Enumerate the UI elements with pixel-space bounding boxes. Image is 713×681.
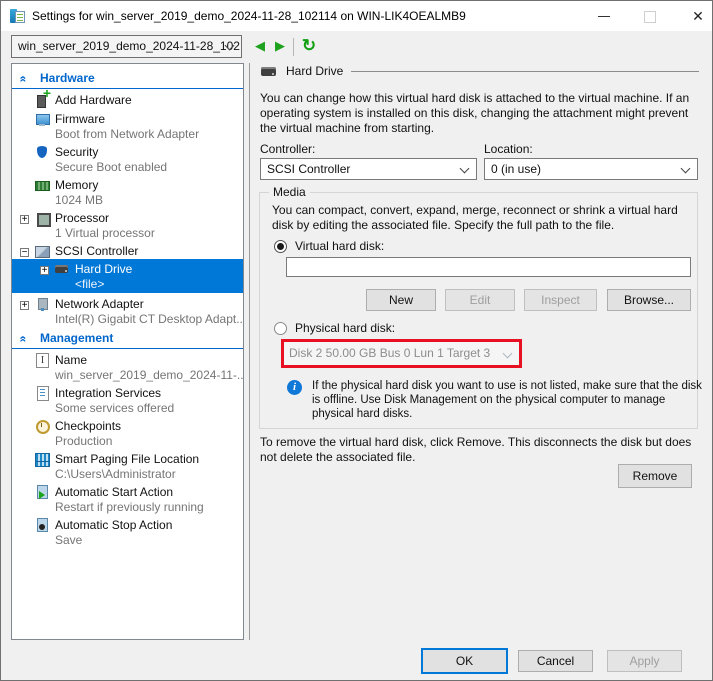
network-adapter-icon <box>34 296 50 312</box>
media-description: You can compact, convert, expand, merge,… <box>272 203 678 232</box>
sidebar-subtext-name: win_server_2019_demo_2024-11-... <box>55 368 243 382</box>
toolbar: win_server_2019_demo_2024-11-28_102 ◀ ▶ … <box>1 31 712 63</box>
hard-drive-header: Hard Drive <box>260 64 699 78</box>
chevron-down-icon <box>680 163 691 174</box>
header-rule <box>351 71 699 72</box>
sidebar-item-name[interactable]: Name <box>12 351 243 368</box>
sidebar-subtext-memory: 1024 MB <box>55 193 104 207</box>
sidebar-item-network-adapter[interactable]: + Network Adapter <box>12 295 243 312</box>
expand-icon[interactable]: + <box>40 265 49 275</box>
radio-selected-icon[interactable] <box>274 239 287 253</box>
sidebar-item-firmware[interactable]: Firmware <box>12 110 243 127</box>
info-icon: i <box>287 380 302 395</box>
radio-unselected-icon[interactable] <box>274 321 287 335</box>
sidebar-item-scsi-controller[interactable]: − SCSI Controller <box>12 242 243 259</box>
new-button[interactable]: New <box>366 289 436 311</box>
automatic-start-icon <box>34 484 50 500</box>
sidebar-item-processor[interactable]: + Processor <box>12 209 243 227</box>
minimize-button[interactable] <box>589 1 619 31</box>
edit-button: Edit <box>445 289 515 311</box>
sidebar-item-auto-start[interactable]: Automatic Start Action <box>12 483 243 500</box>
name-icon <box>34 352 50 368</box>
sidebar-subtext-smart-paging: C:\Users\Administrator <box>55 467 176 481</box>
sidebar-subtext-security: Secure Boot enabled <box>55 160 168 174</box>
media-groupbox: Media You can compact, convert, expand, … <box>259 185 702 429</box>
settings-window: Settings for win_server_2019_demo_2024-1… <box>0 0 713 681</box>
sidebar-item-auto-stop[interactable]: Automatic Stop Action <box>12 516 243 533</box>
sidebar-subtext-checkpoints: Production <box>55 434 113 448</box>
expand-icon[interactable]: + <box>20 214 29 224</box>
integration-services-icon <box>34 385 50 401</box>
remove-button[interactable]: Remove <box>618 464 692 488</box>
sidebar-subtext-processor: 1 Virtual processor <box>55 226 155 240</box>
window-title: Settings for win_server_2019_demo_2024-1… <box>32 9 466 23</box>
sidebar-subtext-auto-start: Restart if previously running <box>55 500 204 514</box>
expand-icon[interactable]: + <box>20 300 29 310</box>
scsi-controller-icon <box>34 243 50 259</box>
sidebar-item-smart-paging[interactable]: Smart Paging File Location <box>12 450 243 467</box>
controller-label: Controller: <box>260 142 316 156</box>
vm-selector-value: win_server_2019_demo_2024-11-28_102 <box>18 39 240 53</box>
hyperv-settings-icon <box>10 8 26 24</box>
sidebar-item-add-hardware[interactable]: Add Hardware <box>12 85 243 108</box>
collapse-chevron-icon: « <box>16 335 31 343</box>
navigate-forward-button[interactable]: ▶ <box>271 36 289 56</box>
firmware-icon <box>34 111 50 127</box>
close-button[interactable]: ✕ <box>683 1 712 31</box>
collapse-box-icon[interactable]: − <box>20 247 29 257</box>
virtual-hard-disk-radio[interactable]: Virtual hard disk: <box>274 239 384 253</box>
refresh-button[interactable]: ↻ <box>298 36 320 56</box>
checkpoints-icon <box>34 418 50 434</box>
toolbar-divider <box>293 38 294 56</box>
location-dropdown[interactable]: 0 (in use) <box>484 158 698 180</box>
memory-icon <box>34 177 50 193</box>
location-label: Location: <box>484 142 533 156</box>
sidebar-subtext-hard-drive: <file> <box>75 277 105 291</box>
ok-button[interactable]: OK <box>421 648 508 674</box>
panel-separator <box>249 63 250 640</box>
inspect-button: Inspect <box>524 289 597 311</box>
hyperv-settings-icon-doc <box>15 11 25 23</box>
cancel-button[interactable]: Cancel <box>518 650 593 672</box>
section-header-management[interactable]: « Management <box>12 328 243 349</box>
sidebar-item-checkpoints[interactable]: Checkpoints <box>12 417 243 434</box>
vm-selector-dropdown[interactable]: win_server_2019_demo_2024-11-28_102 <box>11 35 242 58</box>
smart-paging-icon <box>34 451 50 467</box>
virtual-hard-disk-path-input[interactable] <box>286 257 691 277</box>
navigate-back-button[interactable]: ◀ <box>251 36 269 56</box>
controller-dropdown[interactable]: SCSI Controller <box>260 158 477 180</box>
physical-hard-disk-radio[interactable]: Physical hard disk: <box>274 321 395 335</box>
physical-disk-dropdown-highlighted: Disk 2 50.00 GB Bus 0 Lun 1 Target 3 <box>281 339 522 368</box>
physical-disk-info-text: If the physical hard disk you want to us… <box>312 380 702 420</box>
apply-button: Apply <box>607 650 682 672</box>
media-legend: Media <box>269 185 310 199</box>
sidebar-subtext-firmware: Boot from Network Adapter <box>55 127 200 141</box>
browse-button[interactable]: Browse... <box>607 289 691 311</box>
add-hardware-icon <box>34 85 51 108</box>
page-title: Hard Drive <box>286 64 344 78</box>
intro-text: You can change how this virtual hard dis… <box>260 91 690 135</box>
sidebar-subtext-network-adapter: Intel(R) Gigabit CT Desktop Adapt... <box>55 312 243 326</box>
hard-drive-icon <box>260 64 280 78</box>
sidebar-item-memory[interactable]: Memory <box>12 176 243 193</box>
hard-drive-icon <box>54 261 70 277</box>
maximize-button <box>634 1 664 31</box>
chevron-down-icon <box>502 348 513 359</box>
title-bar: Settings for win_server_2019_demo_2024-1… <box>1 1 712 31</box>
collapse-chevron-icon: « <box>16 75 31 83</box>
sidebar-subtext-auto-stop: Save <box>55 533 83 547</box>
automatic-stop-icon <box>34 517 50 533</box>
sidebar-item-security[interactable]: Security <box>12 143 243 160</box>
settings-tree: « Hardware Add Hardware Firmware Boot fr… <box>11 63 244 640</box>
processor-icon <box>34 210 51 227</box>
sidebar-subtext-integration-services: Some services offered <box>55 401 175 415</box>
remove-description: To remove the virtual hard disk, click R… <box>260 435 692 464</box>
shield-icon <box>34 144 50 160</box>
sidebar-item-integration-services[interactable]: Integration Services <box>12 384 243 401</box>
chevron-down-icon <box>459 163 470 174</box>
sidebar-item-hard-drive-selected[interactable]: + Hard Drive <file> <box>12 259 243 293</box>
